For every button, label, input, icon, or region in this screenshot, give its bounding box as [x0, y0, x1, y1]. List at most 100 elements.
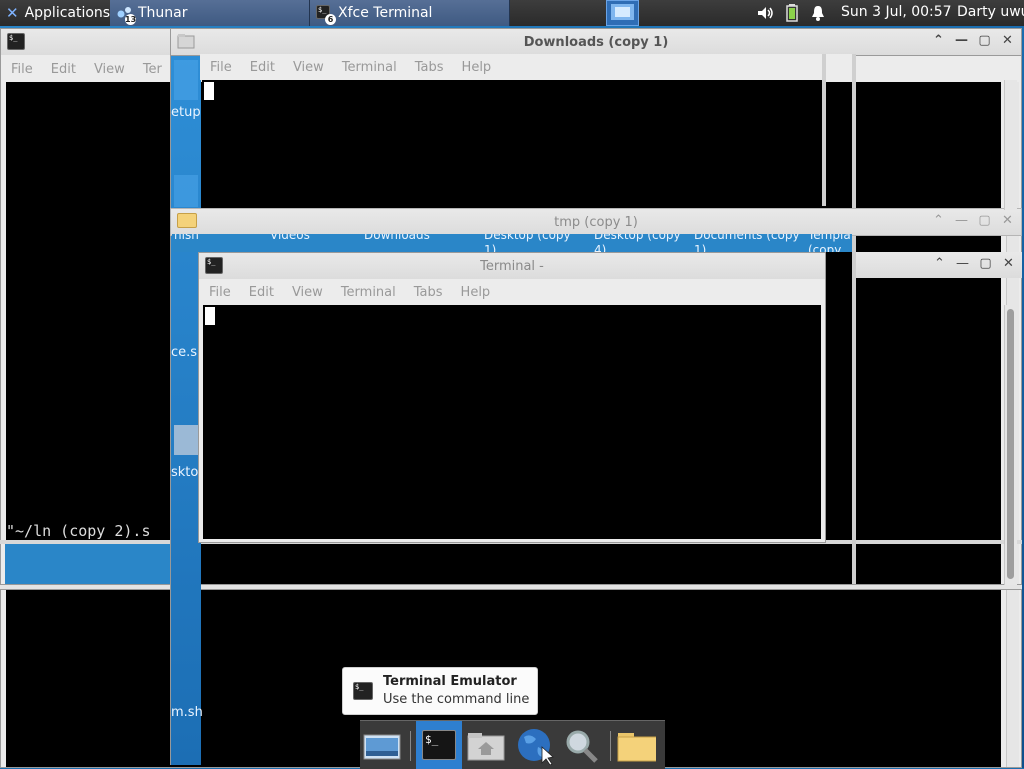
taskbar-thunar-button[interactable]: 13 Thunar [110, 0, 310, 26]
dock-separator [410, 731, 411, 761]
minimize-icon[interactable]: — [954, 33, 969, 48]
file-manager-button[interactable] [616, 727, 656, 765]
home-folder-button[interactable] [466, 727, 506, 765]
hidden-window-scrollbar[interactable] [1004, 305, 1017, 585]
front-terminal-output[interactable] [203, 305, 821, 539]
menu-tabs[interactable]: Tabs [414, 285, 443, 300]
folder-label[interactable]: Downloads [364, 234, 430, 242]
folder-icon [177, 33, 195, 50]
xfce-logo-icon: ✕ [6, 4, 19, 22]
front-terminal-title: Terminal - [480, 258, 544, 274]
tmp-title: tmp (copy 1) [554, 214, 638, 230]
maximize-up-icon[interactable]: ⌃ [931, 213, 946, 228]
menu-file[interactable]: File [11, 62, 33, 77]
user-menu[interactable]: Darty uwu [957, 4, 1024, 20]
menu-tabs[interactable]: Tabs [415, 60, 444, 75]
downloads-menubar: File Edit View Terminal Tabs Help [200, 55, 830, 79]
terminal-icon: $_ [422, 730, 456, 760]
dock-panel: $_ [360, 720, 665, 769]
tmp-folder-view[interactable]: nish Videos Downloads Desktop (copy 1) D… [172, 234, 852, 252]
menu-view[interactable]: View [94, 62, 125, 77]
clock[interactable]: Sun 3 Jul, 00:57 [841, 4, 952, 20]
front-terminal-titlebar[interactable]: $_ Terminal - [199, 253, 825, 279]
menu-edit[interactable]: Edit [249, 285, 274, 300]
text-cursor [204, 82, 214, 100]
desktop-gap [5, 544, 170, 584]
downloads-titlebar[interactable]: Downloads (copy 1) ⌃ — ▢ ✕ [170, 28, 1022, 56]
workspace-preview-icon [611, 4, 634, 20]
downloads-terminal-output[interactable] [202, 80, 822, 206]
terminal-icon: $_ [205, 257, 223, 274]
menu-file[interactable]: File [209, 285, 231, 300]
folder-label[interactable]: Templa (copy [808, 234, 852, 252]
menu-help[interactable]: Help [461, 285, 491, 300]
taskbar-thunar-label: Thunar [138, 5, 188, 21]
window-border [852, 54, 856, 584]
show-desktop-icon [363, 734, 401, 760]
home-folder-icon [467, 733, 505, 761]
tmp-window[interactable]: tmp (copy 1) ⌃ — ▢ ✕ [170, 208, 1022, 236]
terminal-icon: $_ [7, 33, 25, 50]
menu-terminal[interactable]: Ter [143, 62, 162, 77]
window-controls: ⌃ — ▢ ✕ [931, 33, 1015, 48]
show-desktop-button[interactable] [362, 727, 402, 765]
taskbar-terminal-label: Xfce Terminal [338, 5, 433, 21]
folder-label[interactable]: Desktop (copy 1) [484, 234, 579, 252]
downloads-title: Downloads (copy 1) [523, 34, 669, 50]
minimize-icon[interactable]: — [954, 213, 969, 228]
window-border [822, 54, 826, 206]
taskbar-terminal-button[interactable]: $_ 6 Xfce Terminal [310, 0, 510, 26]
scrollbar-thumb[interactable] [1007, 309, 1014, 579]
front-terminal-window[interactable]: $_ Terminal - File Edit View Terminal Ta… [198, 252, 826, 543]
tmp-titlebar[interactable]: tmp (copy 1) ⌃ — ▢ ✕ [170, 208, 1022, 236]
notification-bell-icon[interactable] [810, 4, 826, 26]
magnifier-icon [566, 730, 598, 763]
menu-file[interactable]: File [210, 60, 232, 75]
menu-terminal[interactable]: Terminal [342, 60, 397, 75]
desktop-file-label[interactable]: m.sh [171, 705, 203, 720]
front-terminal-menubar: File Edit View Terminal Tabs Help [199, 280, 825, 304]
volume-icon[interactable] [756, 4, 774, 26]
close-icon[interactable]: ✕ [1001, 256, 1016, 271]
maximize-up-icon[interactable]: ⌃ [931, 33, 946, 48]
thunar-icon: 13 [116, 5, 136, 25]
folder-label[interactable]: Documents (copy 1) [694, 234, 804, 252]
menu-edit[interactable]: Edit [51, 62, 76, 77]
menu-edit[interactable]: Edit [250, 60, 275, 75]
menu-terminal[interactable]: Terminal [341, 285, 396, 300]
close-icon[interactable]: ✕ [1000, 33, 1015, 48]
maximize-up-icon[interactable]: ⌃ [932, 256, 947, 271]
menu-help[interactable]: Help [462, 60, 492, 75]
vim-status-line: "~/ln (copy 2).s [6, 522, 151, 540]
window-controls: ⌃ — ▢ ✕ [931, 213, 1015, 228]
window-controls: ⌃ — ▢ ✕ [932, 256, 1016, 271]
applications-menu-button[interactable]: ✕ Applications ⋮ [0, 0, 130, 26]
minimize-icon[interactable]: — [955, 256, 970, 271]
downloads-scrollbar[interactable] [1004, 80, 1017, 210]
app-finder-button[interactable] [562, 727, 602, 765]
tooltip-title: Terminal Emulator [383, 674, 517, 689]
hidden-window-titlebar[interactable]: ⌃ — ▢ ✕ [856, 252, 1022, 278]
workspace-switcher[interactable] [606, 0, 639, 26]
folder-label[interactable]: Desktop (copy 4) [594, 234, 689, 252]
menu-view[interactable]: View [293, 60, 324, 75]
maximize-icon[interactable]: ▢ [977, 213, 992, 228]
folder-icon [177, 213, 197, 230]
close-icon[interactable]: ✕ [1000, 213, 1015, 228]
menu-view[interactable]: View [292, 285, 323, 300]
folder-icon [617, 733, 656, 762]
window-count-badge: 13 [125, 14, 137, 25]
battery-icon[interactable] [786, 4, 798, 26]
web-browser-button[interactable] [514, 727, 554, 765]
terminal-icon: $_ [353, 682, 373, 700]
dock-tooltip: $_ Terminal Emulator Use the command lin… [342, 667, 538, 715]
maximize-icon[interactable]: ▢ [978, 256, 993, 271]
applications-menu-label: Applications [24, 5, 111, 21]
text-cursor [205, 307, 215, 325]
top-panel: ✕ Applications ⋮ 13 Thunar $_ 6 Xfce Ter… [0, 0, 1024, 26]
folder-label[interactable]: nish [174, 234, 199, 242]
terminal-emulator-button[interactable]: $_ [416, 721, 462, 769]
dock-separator [610, 731, 611, 761]
maximize-icon[interactable]: ▢ [977, 33, 992, 48]
folder-label[interactable]: Videos [270, 234, 310, 242]
